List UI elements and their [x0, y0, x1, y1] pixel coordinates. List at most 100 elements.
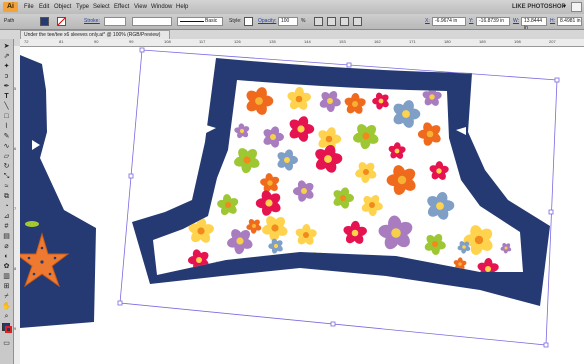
rectangle-tool-icon[interactable]: □: [2, 112, 11, 121]
stroke-swatch[interactable]: [57, 17, 66, 26]
menu-bar: Ai File Edit Object Type Select Effect V…: [0, 0, 584, 15]
artboard-tool-icon[interactable]: ⊞: [2, 282, 11, 291]
free-transform-tool-icon[interactable]: ⧉: [2, 192, 11, 201]
eyedropper-tool-icon[interactable]: ⌀: [2, 242, 11, 251]
pen-tool-icon[interactable]: ✒: [2, 82, 11, 91]
h-ruler-tick: 171: [409, 39, 416, 44]
menu-file[interactable]: File: [24, 2, 34, 12]
app-logo: Ai: [3, 2, 18, 12]
v-ruler-tick: 7: [14, 206, 17, 211]
bbox-handle[interactable]: [543, 342, 549, 348]
v-ruler-tick: 5: [14, 86, 17, 91]
recolor-icon[interactable]: [327, 17, 336, 26]
scale-tool-icon[interactable]: ⤡: [2, 172, 11, 181]
h-ruler-tick: 81: [59, 39, 64, 44]
menu-select[interactable]: Select: [93, 2, 110, 12]
line-tool-icon[interactable]: ╲: [2, 102, 11, 111]
menu-object[interactable]: Object: [54, 2, 71, 12]
h-field[interactable]: 8.4981 in: [557, 17, 582, 26]
opacity-unit: %: [301, 18, 306, 24]
paintbrush-tool-icon[interactable]: ⌇: [2, 122, 11, 131]
menu-effect[interactable]: Effect: [114, 2, 129, 12]
eraser-tool-icon[interactable]: ▱: [2, 152, 11, 161]
menu-window[interactable]: Window: [151, 2, 172, 12]
graphic-style-swatch[interactable]: [244, 17, 253, 26]
h-ruler-tick: 90: [94, 39, 99, 44]
leaf-shape: [25, 221, 39, 227]
h-ruler-tick: 207: [549, 39, 556, 44]
h-ruler-tick: 153: [339, 39, 346, 44]
shape-builder-tool-icon[interactable]: ◔: [2, 202, 11, 211]
h-ruler-tick: 117: [199, 39, 206, 44]
h-ruler-tick: 162: [374, 39, 381, 44]
hand-tool-icon[interactable]: ✋: [2, 302, 11, 311]
h-label[interactable]: H:: [550, 17, 555, 26]
direct-selection-tool-icon[interactable]: ⇗: [2, 52, 11, 61]
brush-definition[interactable]: Basic: [177, 17, 223, 26]
symbol-sprayer-tool-icon[interactable]: ✿: [2, 262, 11, 271]
zoom-tool-icon[interactable]: ⌕: [2, 312, 11, 321]
chevron-down-icon[interactable]: ▾: [563, 2, 566, 12]
stroke-color-icon[interactable]: [5, 326, 12, 333]
fill-swatch[interactable]: [40, 17, 49, 26]
h-ruler-tick: 189: [479, 39, 486, 44]
search-field[interactable]: [571, 2, 582, 12]
y-field[interactable]: -16.8739 in: [476, 17, 510, 26]
opacity-field[interactable]: 100: [278, 17, 298, 26]
tools-panel: ➤ ⇗ ✦ ↄ ✒ T ╲ □ ⌇ ✎ ∿ ▱ ↻ ⤡ ≈ ⧉ ◔ ⊿ # ▤ …: [0, 39, 14, 364]
w-label[interactable]: W:: [513, 17, 519, 26]
type-tool-icon[interactable]: T: [2, 92, 11, 101]
h-ruler-tick: 198: [514, 39, 521, 44]
column-graph-tool-icon[interactable]: ▥: [2, 272, 11, 281]
stroke-weight-field[interactable]: [104, 17, 126, 26]
artwork: [20, 47, 560, 348]
opacity-panel-link[interactable]: Opacity:: [258, 17, 276, 26]
v-ruler-tick: 9: [14, 326, 17, 331]
magic-wand-tool-icon[interactable]: ✦: [2, 62, 11, 71]
align-icon[interactable]: [314, 17, 323, 26]
variable-width-profile[interactable]: [132, 17, 172, 26]
menu-view[interactable]: View: [134, 2, 147, 12]
bbox-handle[interactable]: [117, 300, 123, 306]
menu-type[interactable]: Type: [76, 2, 89, 12]
bbox-handle[interactable]: [139, 47, 145, 53]
x-field[interactable]: -6.9674 in: [432, 17, 466, 26]
menu-help[interactable]: Help: [176, 2, 188, 12]
artboard-canvas[interactable]: [20, 47, 584, 364]
rotate-tool-icon[interactable]: ↻: [2, 162, 11, 171]
brush-definition-label: Basic: [205, 18, 218, 24]
selection-tool-icon[interactable]: ➤: [2, 42, 11, 51]
perspective-grid-tool-icon[interactable]: ⊿: [2, 212, 11, 221]
selection-type-label: Path: [4, 18, 15, 24]
v-ruler-tick: 6: [14, 146, 17, 151]
width-tool-icon[interactable]: ≈: [2, 182, 11, 191]
y-label[interactable]: Y:: [469, 17, 473, 26]
w-field[interactable]: 13.8444 in: [521, 17, 547, 31]
mesh-tool-icon[interactable]: #: [2, 222, 11, 231]
x-label[interactable]: X:: [425, 17, 430, 26]
bbox-handle[interactable]: [128, 173, 134, 179]
bbox-handle[interactable]: [554, 77, 560, 83]
style-label: Style:: [229, 18, 242, 24]
lasso-tool-icon[interactable]: ↄ: [2, 72, 11, 81]
pencil-tool-icon[interactable]: ✎: [2, 132, 11, 141]
workspace-switcher[interactable]: LIKE PHOTOSHOP: [512, 2, 566, 12]
bbox-handle[interactable]: [330, 321, 336, 327]
h-ruler-tick: 99: [129, 39, 134, 44]
bbox-handle[interactable]: [548, 209, 554, 215]
left-sleeve-piece: [20, 55, 96, 328]
menu-edit[interactable]: Edit: [39, 2, 49, 12]
blend-tool-icon[interactable]: ◐: [2, 252, 11, 261]
document-tab[interactable]: Under the tee/tee x6 sleeves only.ai* @ …: [20, 30, 170, 39]
stroke-panel-link[interactable]: Stroke:: [84, 17, 100, 26]
isolate-icon[interactable]: [340, 17, 349, 26]
slice-tool-icon[interactable]: ⌿: [2, 292, 11, 301]
h-ruler-tick: 144: [304, 39, 311, 44]
transform-icon[interactable]: [353, 17, 362, 26]
screen-mode-icon[interactable]: ▭: [2, 339, 11, 348]
blob-brush-tool-icon[interactable]: ∿: [2, 142, 11, 151]
gradient-tool-icon[interactable]: ▤: [2, 232, 11, 241]
bbox-handle[interactable]: [346, 62, 352, 68]
v-ruler-tick: 8: [14, 266, 17, 271]
h-ruler-tick: 108: [164, 39, 171, 44]
